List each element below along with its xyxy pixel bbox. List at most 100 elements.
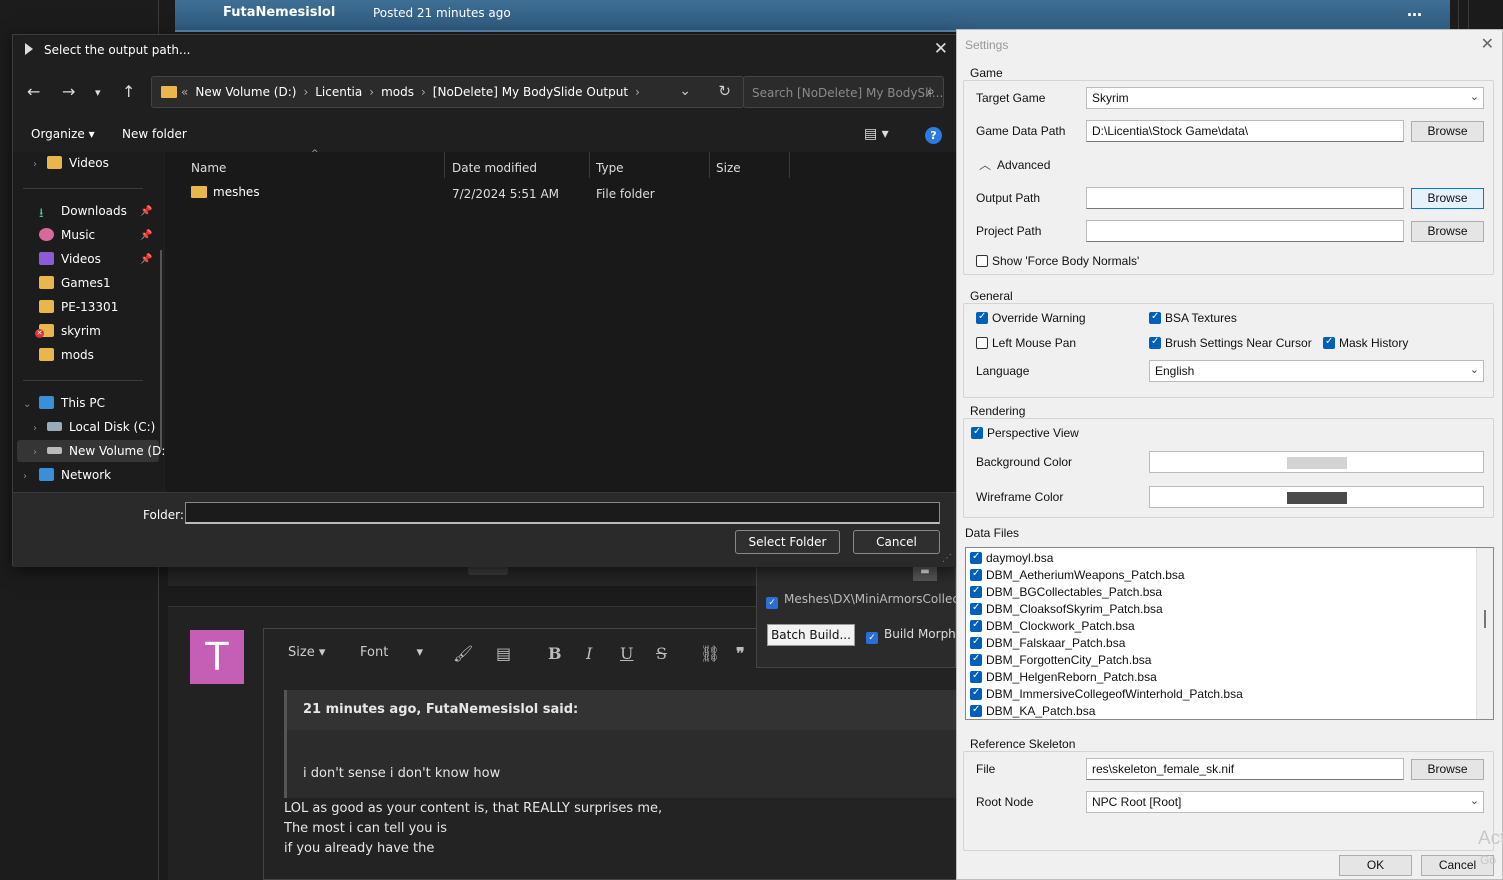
checkbox-icon[interactable]	[970, 619, 982, 632]
strikethrough-icon[interactable]: S	[656, 644, 667, 663]
chevron-down-icon[interactable]: ⌄	[679, 83, 691, 99]
list-scrollbar[interactable]	[1476, 548, 1493, 719]
sidebar-scrollbar[interactable]	[160, 250, 162, 450]
help-icon[interactable]: ?	[925, 127, 942, 144]
column-header-name[interactable]: Name	[191, 161, 226, 175]
address-bar[interactable]: «New Volume (D:) › Licentia › mods › [NoDelete…	[151, 76, 744, 108]
checkbox-icon[interactable]	[970, 704, 982, 717]
bodyslide-meshes-checkbox[interactable]: ✓ Meshes\DX\MiniArmorsCollecti	[766, 592, 967, 609]
new-folder-button[interactable]: New folder	[122, 127, 187, 141]
list-item[interactable]: DBM_AetheriumWeapons_Patch.bsa	[970, 568, 1185, 582]
list-item[interactable]: DBM_Clockwork_Patch.bsa	[970, 619, 1135, 633]
back-arrow-icon[interactable]: ←	[27, 82, 40, 101]
sidebar-item-videos[interactable]: Videos	[39, 252, 101, 274]
force-normals-checkbox[interactable]: Show 'Force Body Normals'	[976, 254, 1139, 268]
font-family-dropdown[interactable]: Font ▾	[360, 645, 423, 660]
scrollbar-thumb[interactable]	[1484, 610, 1486, 628]
checkbox-icon[interactable]	[970, 585, 982, 598]
more-options-icon[interactable]: …	[1407, 2, 1422, 20]
sidebar-item-downloads[interactable]: ⭳ Downloads	[39, 204, 127, 226]
ok-button[interactable]: OK	[1339, 855, 1412, 876]
column-header-size[interactable]: Size	[716, 161, 741, 175]
browse-game-data-button[interactable]: Browse	[1411, 121, 1484, 142]
sidebar-item-music[interactable]: Music	[39, 228, 95, 250]
link-icon[interactable]: ⛓	[700, 644, 720, 663]
game-data-path-field[interactable]: D:\Licentia\Stock Game\data\	[1086, 120, 1404, 142]
checkbox-icon[interactable]	[970, 551, 982, 564]
select-folder-button[interactable]: Select Folder	[735, 530, 840, 554]
checkbox-icon[interactable]	[970, 670, 982, 683]
pin-icon[interactable]: 📌	[140, 230, 152, 241]
view-options-icon[interactable]: ▤ ▾	[864, 126, 889, 142]
browse-skeleton-button[interactable]: Browse	[1411, 759, 1484, 780]
list-item[interactable]: DBM_ForgottenCity_Patch.bsa	[970, 653, 1151, 667]
checkbox-icon[interactable]	[970, 687, 982, 700]
sidebar-item-new-volume[interactable]: New Volume (D:	[47, 444, 165, 466]
post-author[interactable]: FutaNemesislol	[223, 5, 335, 20]
column-separator[interactable]	[589, 152, 590, 178]
close-icon[interactable]: ✕	[934, 39, 948, 59]
list-item[interactable]: DBM_Falskaar_Patch.bsa	[970, 636, 1125, 650]
table-row[interactable]: meshes	[191, 185, 260, 199]
background-color-picker[interactable]	[1149, 451, 1484, 473]
sidebar-item-mods[interactable]: mods	[39, 348, 94, 370]
post-footer-tool[interactable]	[468, 567, 508, 575]
avatar[interactable]: T	[190, 630, 244, 684]
sidebar-item-videos-top[interactable]: Videos	[47, 156, 109, 178]
root-node-select[interactable]: NPC Root [Root] ⌄	[1086, 791, 1484, 813]
checkbox-icon[interactable]	[970, 653, 982, 666]
expand-chevron-icon[interactable]: ›	[33, 423, 37, 434]
expand-chevron-icon[interactable]: ›	[33, 159, 37, 170]
browse-output-button[interactable]: Browse	[1411, 188, 1484, 209]
data-files-list[interactable]: daymoyl.bsa DBM_AetheriumWeapons_Patch.b…	[965, 547, 1494, 720]
expand-chevron-icon[interactable]: ›	[23, 471, 27, 482]
wireframe-color-picker[interactable]	[1149, 486, 1484, 508]
language-select[interactable]: English ⌄	[1149, 360, 1484, 382]
breadcrumb-item[interactable]: mods	[381, 85, 414, 99]
checkbox-icon[interactable]	[970, 602, 982, 615]
mask-history-checkbox[interactable]: Mask History	[1323, 336, 1408, 350]
project-path-field[interactable]	[1086, 220, 1404, 242]
font-size-dropdown[interactable]: Size ▾	[288, 645, 325, 660]
breadcrumb-item[interactable]: New Volume (D:)	[195, 85, 296, 99]
browse-project-button[interactable]: Browse	[1411, 221, 1484, 242]
column-header-type[interactable]: Type	[596, 161, 624, 175]
list-item[interactable]: DBM_KA_Patch.bsa	[970, 704, 1095, 718]
target-game-select[interactable]: Skyrim ⌄	[1086, 87, 1484, 109]
italic-icon[interactable]: I	[586, 644, 592, 663]
folder-input[interactable]	[185, 502, 940, 524]
breadcrumb-item[interactable]: [NoDelete] My BodySlide Output	[433, 85, 628, 99]
column-separator[interactable]	[444, 152, 445, 178]
underline-icon[interactable]: U	[620, 644, 633, 663]
expand-chevron-icon[interactable]: ›	[33, 447, 37, 458]
override-warning-checkbox[interactable]: Override Warning	[976, 311, 1086, 325]
sidebar-item-games1[interactable]: Games1	[39, 276, 111, 298]
list-item[interactable]: DBM_CloaksofSkyrim_Patch.bsa	[970, 602, 1163, 616]
sidebar-item-network[interactable]: Network	[39, 468, 111, 490]
left-mouse-pan-checkbox[interactable]: Left Mouse Pan	[976, 336, 1076, 350]
checkbox-icon[interactable]	[970, 636, 982, 649]
cancel-button[interactable]: Cancel	[853, 530, 940, 554]
collapse-chevron-icon[interactable]: ⌄	[23, 399, 31, 410]
brush-icon[interactable]: 🖌	[453, 644, 473, 663]
list-item[interactable]: DBM_HelgenReborn_Patch.bsa	[970, 670, 1157, 684]
search-input[interactable]: Search [NoDelete] My BodySli... ⌕	[743, 76, 944, 108]
perspective-view-checkbox[interactable]: Perspective View	[971, 426, 1079, 440]
close-icon[interactable]: ✕	[1481, 34, 1494, 54]
sidebar-item-pe[interactable]: PE-13301	[39, 300, 118, 322]
up-arrow-icon[interactable]: ↑	[122, 82, 135, 101]
breadcrumb-item[interactable]: Licentia	[315, 85, 362, 99]
checkbox-icon[interactable]	[970, 568, 982, 581]
quote-icon[interactable]: ❞	[736, 644, 745, 663]
sidebar-item-local-disk[interactable]: Local Disk (C:)	[47, 420, 155, 442]
sidebar-item-skyrim[interactable]: ✕ skyrim	[35, 324, 101, 346]
recent-locations-chevron-icon[interactable]: ▾	[95, 86, 101, 99]
batch-build-button[interactable]: Batch Build...	[767, 624, 855, 646]
column-header-date[interactable]: Date modified	[452, 161, 537, 175]
bsa-textures-checkbox[interactable]: BSA Textures	[1149, 311, 1237, 325]
list-item[interactable]: DBM_BGCollectables_Patch.bsa	[970, 585, 1162, 599]
sidebar-item-this-pc[interactable]: This PC	[39, 396, 105, 418]
skeleton-file-field[interactable]: res\skeleton_female_sk.nif	[1086, 758, 1404, 780]
output-path-field[interactable]	[1086, 187, 1404, 209]
document-icon[interactable]: ▤	[496, 644, 511, 663]
